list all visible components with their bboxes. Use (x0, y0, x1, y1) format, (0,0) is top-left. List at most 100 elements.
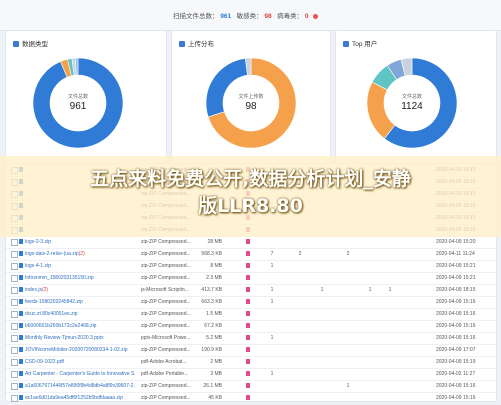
file-name[interactable]: logs-4-1.zip (25, 263, 135, 269)
file-icon (19, 359, 23, 364)
row-checkbox[interactable] (11, 335, 18, 342)
row-checkbox[interactable] (11, 359, 18, 366)
pie-chart-data-type: 文件总数961 (32, 57, 124, 149)
count-cell: 1 (270, 263, 274, 269)
file-type: zip-ZIP Compressed... (141, 239, 191, 245)
row-checkbox[interactable] (11, 251, 18, 258)
file-name-text: logs-dais-2-relse-(ua.zip (25, 251, 79, 257)
count-cell: 1 (368, 287, 372, 293)
bookmark-icon[interactable] (246, 311, 250, 316)
file-icon (19, 287, 23, 292)
file-name[interactable]: Art Carpenter - Carpenter's Guide to Inn… (25, 371, 135, 377)
file-date: 2020-04-09 15:16 (436, 383, 476, 389)
file-size: 1.5 MB (206, 311, 222, 317)
stats-bar: 扫描文件总数： 961 敏感类： 98 病毒类： 0 (0, 0, 501, 31)
file-name[interactable]: JOVINcorreMobiler-20200720080234-1-02.zi… (25, 347, 135, 353)
file-size: 2.3 MB (206, 275, 222, 281)
file-size: 2 MB (210, 359, 222, 365)
file-size: 45 KB (208, 395, 222, 401)
file-icon (19, 395, 23, 400)
file-name[interactable]: Monthly Review-Tjmun-2020.3.pptx (25, 335, 135, 341)
card-data-type: 数据类型 文件总数 961 (5, 30, 167, 165)
file-type: zip-ZIP Compressed... (141, 275, 191, 281)
table-row[interactable]: ac1ae6d01da9ea45df6f1252b5bdfdaaaa.zip zi… (6, 392, 496, 405)
bookmark-icon[interactable] (246, 335, 250, 340)
bookmark-icon[interactable] (246, 251, 250, 256)
bookmark-icon[interactable] (246, 347, 250, 352)
file-date: 2020-04-09 18:15 (436, 287, 476, 293)
file-name[interactable]: feeds-1580203245842.zip (25, 299, 135, 305)
row-checkbox[interactable] (11, 371, 18, 378)
file-name[interactable]: ac1ae6d01da9ea45df6f1252b5bdfdaaaa.zip (25, 395, 135, 401)
bookmark-icon[interactable] (246, 323, 250, 328)
bookmark-icon[interactable] (246, 299, 250, 304)
bookmark-icon[interactable] (246, 383, 250, 388)
file-type: zip-ZIP Compressed... (141, 395, 191, 401)
row-checkbox[interactable] (11, 323, 18, 330)
count-cell: 2 (346, 251, 350, 257)
row-checkbox[interactable] (11, 299, 18, 306)
scan-label: 扫描文件总数： (173, 13, 219, 20)
file-name[interactable]: a1a6067671446f57e890f9b4d8db4a8f9v39607-… (25, 383, 135, 389)
file-size: 28 MB (207, 239, 222, 245)
file-type: zip-ZIP Compressed... (141, 299, 191, 305)
file-icon (19, 299, 23, 304)
bookmark-icon[interactable] (246, 359, 250, 364)
file-name[interactable]: CSD-09-1022.pdf (25, 359, 135, 365)
banner-line-2: 版LLR8.80 (198, 195, 303, 217)
file-name[interactable]: dcuc.zt.89c40051ee.zip (25, 311, 135, 317)
row-checkbox[interactable] (11, 383, 18, 390)
file-type: zip-ZIP Compressed... (141, 311, 191, 317)
file-icon (19, 323, 23, 328)
row-checkbox[interactable] (11, 239, 18, 246)
row-checkbox[interactable] (11, 275, 18, 282)
file-tag: (2) (41, 287, 49, 293)
file-type: zip-ZIP Compressed... (141, 323, 191, 329)
file-name-text: CSD-09-1022.pdf (25, 359, 64, 365)
file-name-text: logs-2-3.zip (25, 239, 51, 245)
bookmark-icon[interactable] (246, 395, 250, 400)
file-date: 2020-04-09 15:21 (436, 275, 476, 281)
scan-stats: 扫描文件总数： 961 敏感类： 98 病毒类： 0 (173, 10, 319, 20)
file-size: 413.7 KB (201, 287, 222, 293)
file-name[interactable]: logs-dais-2-relse-(ua.zip(2) (25, 251, 135, 257)
count-cell: 1 (388, 287, 392, 293)
file-icon (19, 347, 23, 352)
file-date: 2020-04-09 15:19 (436, 359, 476, 365)
file-name-text: logs-4-1.zip (25, 263, 51, 269)
file-name[interactable]: Infosnmm_1580203135150.zip (25, 275, 135, 281)
file-name-text: dcuc.zt.89c40051ee.zip (25, 311, 78, 317)
row-checkbox[interactable] (11, 287, 18, 294)
bookmark-icon[interactable] (246, 275, 250, 280)
row-checkbox[interactable] (11, 263, 18, 270)
file-icon (19, 251, 23, 256)
file-name-text: Monthly Review-Tjmun-2020.3.pptx (25, 335, 104, 341)
count-cell: 1 (346, 383, 350, 389)
count-cell: 1 (270, 335, 274, 341)
file-name[interactable]: index.js(2) (25, 287, 135, 293)
file-size: 5.2 MB (206, 335, 222, 341)
sensitive-label: 敏感类： (236, 13, 263, 20)
file-date: 2020-04-02 11:27 (436, 371, 476, 377)
row-checkbox[interactable] (11, 395, 18, 402)
file-date: 2020-04-09 15:16 (436, 395, 476, 401)
file-name[interactable]: logs-2-3.zip (25, 239, 135, 245)
bookmark-icon[interactable] (246, 263, 250, 268)
bookmark-icon[interactable] (246, 239, 250, 244)
count-cell: 1 (270, 299, 274, 305)
file-date: 2020-04-09 15:20 (436, 239, 476, 245)
bookmark-icon[interactable] (246, 371, 250, 376)
bookmark-icon[interactable] (246, 287, 250, 292)
file-size: 8 MB (210, 263, 222, 269)
file-name[interactable]: b6000601b260b172c2e2468.zip (25, 323, 135, 329)
file-date: 2020-04-09 17:07 (436, 347, 476, 353)
row-checkbox[interactable] (11, 311, 18, 318)
file-name-text: Infosnmm_1580203135150.zip (25, 275, 94, 281)
card-upload-dist: 上传分布 文件上传数 98 (171, 30, 331, 165)
count-cell: 2 (298, 251, 302, 257)
file-date: 2020-04-09 15:16 (436, 323, 476, 329)
file-type: pdf-Adobe Portable... (141, 371, 189, 377)
virus-count: 0 (304, 13, 309, 20)
row-checkbox[interactable] (11, 347, 18, 354)
file-date: 2020-04-09 15:16 (436, 299, 476, 305)
